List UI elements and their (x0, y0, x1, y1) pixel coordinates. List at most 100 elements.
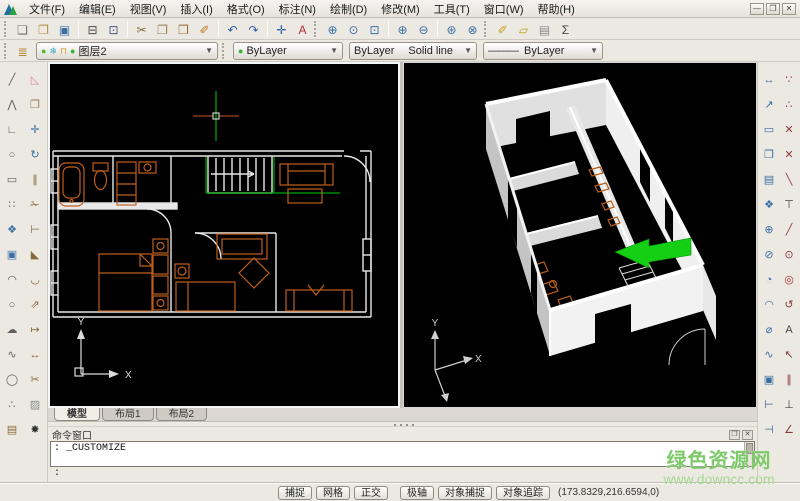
menu-file[interactable]: 文件(F) (22, 0, 72, 18)
menu-draw[interactable]: 绘制(D) (323, 0, 374, 18)
zoom-all-icon[interactable]: ⊗ (462, 20, 483, 38)
leader-icon[interactable]: ↖ (779, 343, 799, 368)
move-icon[interactable]: ✛ (24, 118, 47, 143)
linetype-dropdown[interactable]: ByLayer Solid line ▼ (349, 42, 477, 60)
rotate-ccw-icon[interactable]: ↺ (779, 293, 799, 318)
break2-icon[interactable]: ✕ (779, 143, 799, 168)
layer-dropdown[interactable]: ●❄⊓● 图层2 ▼ (36, 42, 218, 60)
break-at-point-icon[interactable]: ✕ (779, 118, 799, 143)
layer-manager-icon[interactable]: ≣ (12, 42, 33, 60)
menu-insert[interactable]: 插入(I) (173, 0, 219, 18)
menu-tools[interactable]: 工具(T) (427, 0, 477, 18)
paste-icon[interactable]: ❒ (173, 20, 194, 38)
zoom-out-icon[interactable]: ⊖ (413, 20, 434, 38)
polyline-icon[interactable]: ∟ (1, 118, 24, 143)
explode-icon[interactable]: ✸ (24, 418, 47, 443)
zoom-realtime-icon[interactable]: ⊕ (322, 20, 343, 38)
cmd-float-button[interactable]: ❐ (729, 430, 740, 440)
osnap-toggle[interactable]: 对象捕捉 (438, 486, 492, 500)
plot-off-icon[interactable]: ⊘ (759, 243, 779, 268)
dim-jog-icon[interactable]: ∿ (759, 343, 779, 368)
polar-toggle[interactable]: 极轴 (400, 486, 434, 500)
color-dropdown[interactable]: ● ByLayer ▼ (233, 42, 343, 60)
render-icon[interactable]: ❖ (759, 193, 779, 218)
zoom-extents-icon[interactable]: ⊛ (441, 20, 462, 38)
ellipse-icon[interactable]: ◯ (1, 368, 24, 393)
trim-icon[interactable]: ✁ (24, 193, 47, 218)
point-icon[interactable]: ∴ (1, 393, 24, 418)
area-icon[interactable]: ▱ (513, 20, 534, 38)
open-file-icon[interactable]: ❐ (33, 20, 54, 38)
tab-layout1[interactable]: 布局1 (102, 408, 154, 421)
tab-layout2[interactable]: 布局2 (156, 408, 208, 421)
menu-dimension[interactable]: 标注(N) (272, 0, 323, 18)
ortho-toggle[interactable]: 正交 (354, 486, 388, 500)
parallel-icon[interactable]: ∥ (779, 368, 799, 393)
angular-snap-icon[interactable]: ∠ (779, 418, 799, 443)
time-icon[interactable]: ◔ (759, 268, 779, 293)
tangent-icon[interactable]: ⊤ (779, 193, 799, 218)
copy-object-icon[interactable]: ❐ (24, 93, 47, 118)
erase-icon[interactable]: ◺ (24, 68, 47, 93)
lineweight-dropdown[interactable]: ——— ByLayer ▼ (483, 42, 603, 60)
menu-view[interactable]: 视图(V) (123, 0, 174, 18)
command-history[interactable]: : _CUSTOMIZE (50, 441, 755, 467)
otrack-toggle[interactable]: 对象追踪 (496, 486, 550, 500)
quick-text-icon[interactable]: A (292, 20, 313, 38)
menu-modify[interactable]: 修改(M) (374, 0, 427, 18)
array-icon[interactable]: ∷ (1, 193, 24, 218)
menu-window[interactable]: 窗口(W) (477, 0, 531, 18)
command-prompt[interactable]: : (50, 467, 755, 480)
target-icon[interactable]: ◎ (779, 268, 799, 293)
command-splitter-handle[interactable] (48, 422, 757, 427)
camera-icon[interactable]: ▣ (759, 368, 779, 393)
point-style-icon[interactable]: ∵ (779, 68, 799, 93)
close-button[interactable]: ✕ (782, 3, 796, 15)
spline-icon[interactable]: ∿ (1, 343, 24, 368)
perpendicular-icon[interactable]: ⊥ (779, 393, 799, 418)
stretch-icon[interactable]: ↦ (24, 318, 47, 343)
center-mark-icon[interactable]: ⊙ (779, 243, 799, 268)
zoom-in-icon[interactable]: ⊕ (392, 20, 413, 38)
viewport-3d-model[interactable]: Y X (403, 62, 757, 408)
viewports-icon[interactable]: ▭ (759, 118, 779, 143)
distance-icon[interactable]: ✐ (492, 20, 513, 38)
scale-icon[interactable]: ⇗ (24, 293, 47, 318)
sheet-set-icon[interactable]: ▤ (759, 168, 779, 193)
gradient-icon[interactable]: ▤ (1, 418, 24, 443)
tab-model[interactable]: 模型 (54, 408, 100, 421)
named-views-icon[interactable]: ❐ (759, 143, 779, 168)
arc-icon[interactable]: ◠ (1, 268, 24, 293)
polygon-icon[interactable]: ○ (1, 143, 24, 168)
mirror-icon[interactable]: ⋀ (1, 93, 24, 118)
grid-toggle[interactable]: 网格 (316, 486, 350, 500)
cmd-close-button[interactable]: ✕ (742, 430, 753, 440)
extend-icon[interactable]: ⊢ (24, 218, 47, 243)
equal-points-icon[interactable]: ∴ (779, 93, 799, 118)
match-properties-icon[interactable]: ✐ (194, 20, 215, 38)
zoom-center-icon[interactable]: ⊕ (759, 218, 779, 243)
snap-toggle[interactable]: 捕捉 (278, 486, 312, 500)
line-icon[interactable]: ╱ (1, 68, 24, 93)
chamfer-icon[interactable]: ◣ (24, 243, 47, 268)
menu-help[interactable]: 帮助(H) (531, 0, 582, 18)
lengthen-icon[interactable]: ↔ (24, 343, 47, 368)
segment-icon[interactable]: ╱ (779, 218, 799, 243)
undo-icon[interactable]: ↶ (222, 20, 243, 38)
command-scrollbar[interactable] (744, 442, 754, 466)
revision-cloud-icon[interactable]: ☁ (1, 318, 24, 343)
dim-aligned-icon[interactable]: ↗ (759, 93, 779, 118)
restore-button[interactable]: ❐ (766, 3, 780, 15)
cut-icon[interactable]: ✂ (131, 20, 152, 38)
new-file-icon[interactable]: ❏ (12, 20, 33, 38)
circle-icon[interactable]: ○ (1, 293, 24, 318)
text-frame-icon[interactable]: A (779, 318, 799, 343)
script-icon[interactable]: Σ (555, 20, 576, 38)
print-icon[interactable]: ⊟ (82, 20, 103, 38)
menu-format[interactable]: 格式(O) (220, 0, 272, 18)
menu-edit[interactable]: 编辑(E) (72, 0, 123, 18)
edge-line-icon[interactable]: ╲ (779, 168, 799, 193)
dim-baseline-icon[interactable]: ⊢ (759, 393, 779, 418)
hatch-icon[interactable]: ▨ (24, 393, 47, 418)
rotate-icon[interactable]: ↻ (24, 143, 47, 168)
